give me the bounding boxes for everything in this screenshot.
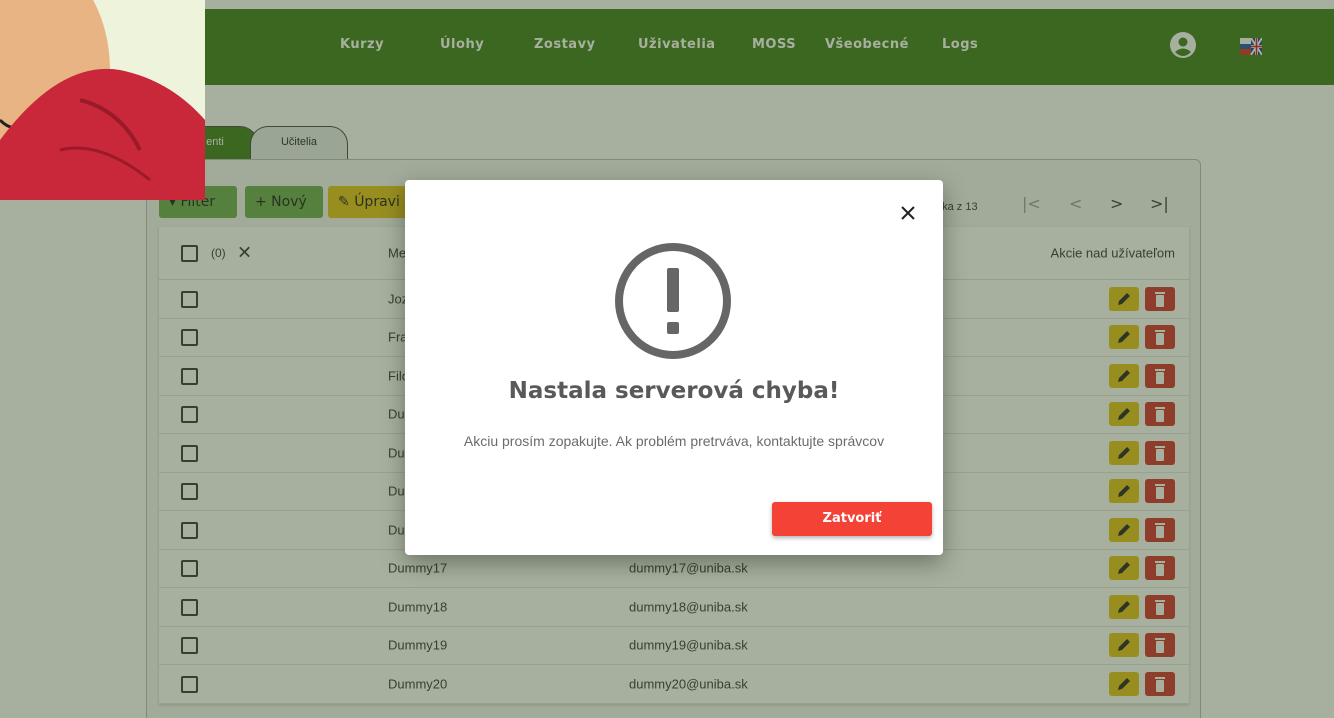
photo-thumbnail — [0, 0, 205, 200]
close-icon[interactable] — [899, 204, 917, 222]
dialog-message: Akciu prosím zopakujte. Ak problém pretr… — [463, 433, 885, 449]
error-dialog: Nastala serverová chyba! Akciu prosím zo… — [405, 180, 943, 555]
exclamation-circle-icon — [615, 243, 731, 359]
close-dialog-button[interactable]: Zatvoriť — [772, 502, 932, 536]
dialog-title: Nastala serverová chyba! — [508, 378, 840, 404]
